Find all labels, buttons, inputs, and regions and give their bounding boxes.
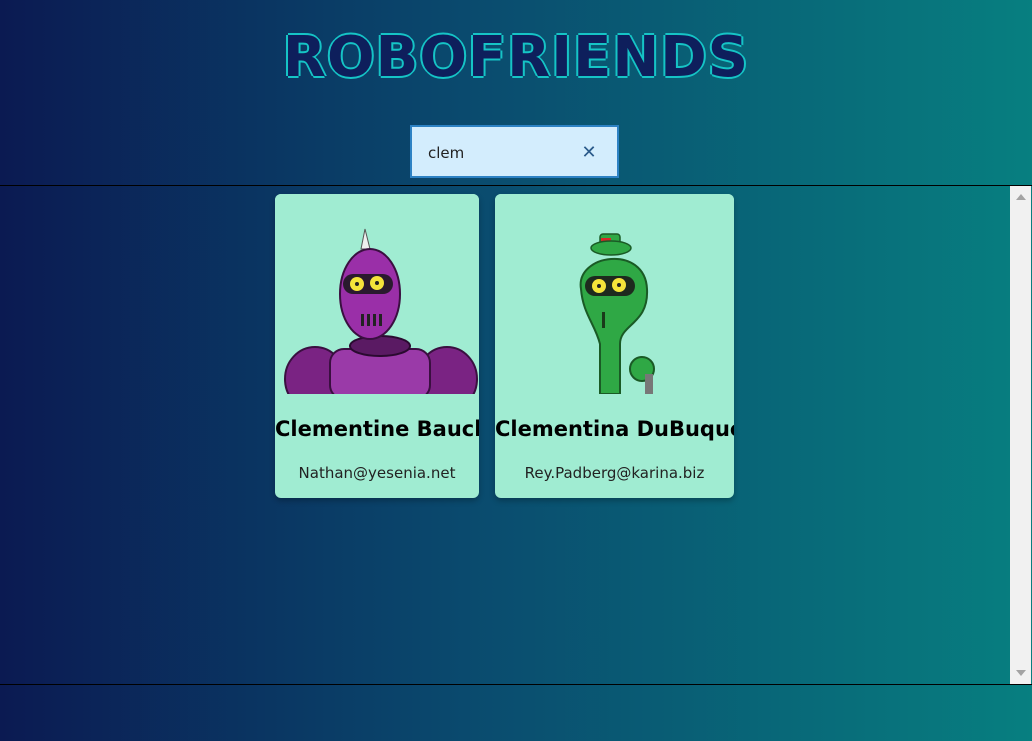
card-list-scroll-area[interactable]: Clementine Bauch Nathan@yesenia.net Clem… bbox=[0, 185, 1032, 685]
robot-email: Nathan@yesenia.net bbox=[298, 464, 456, 482]
robot-avatar bbox=[495, 194, 734, 394]
robot-card[interactable]: Clementina DuBuque Rey.Padberg@karina.bi… bbox=[495, 194, 734, 498]
robot-avatar bbox=[275, 194, 479, 394]
robot-name: Clementina DuBuque bbox=[495, 417, 734, 441]
search-input[interactable] bbox=[428, 141, 578, 165]
robot-card[interactable]: Clementine Bauch Nathan@yesenia.net bbox=[275, 194, 479, 498]
search-box[interactable]: ✕ bbox=[410, 125, 619, 178]
close-icon[interactable]: ✕ bbox=[579, 141, 599, 165]
app-title: ROBOFRIENDS bbox=[282, 25, 750, 90]
robot-name: Clementine Bauch bbox=[275, 417, 479, 441]
vertical-scrollbar[interactable] bbox=[1010, 186, 1031, 684]
scroll-up-icon[interactable] bbox=[1016, 194, 1026, 200]
scroll-down-icon[interactable] bbox=[1016, 670, 1026, 676]
robot-email: Rey.Padberg@karina.biz bbox=[524, 464, 705, 482]
